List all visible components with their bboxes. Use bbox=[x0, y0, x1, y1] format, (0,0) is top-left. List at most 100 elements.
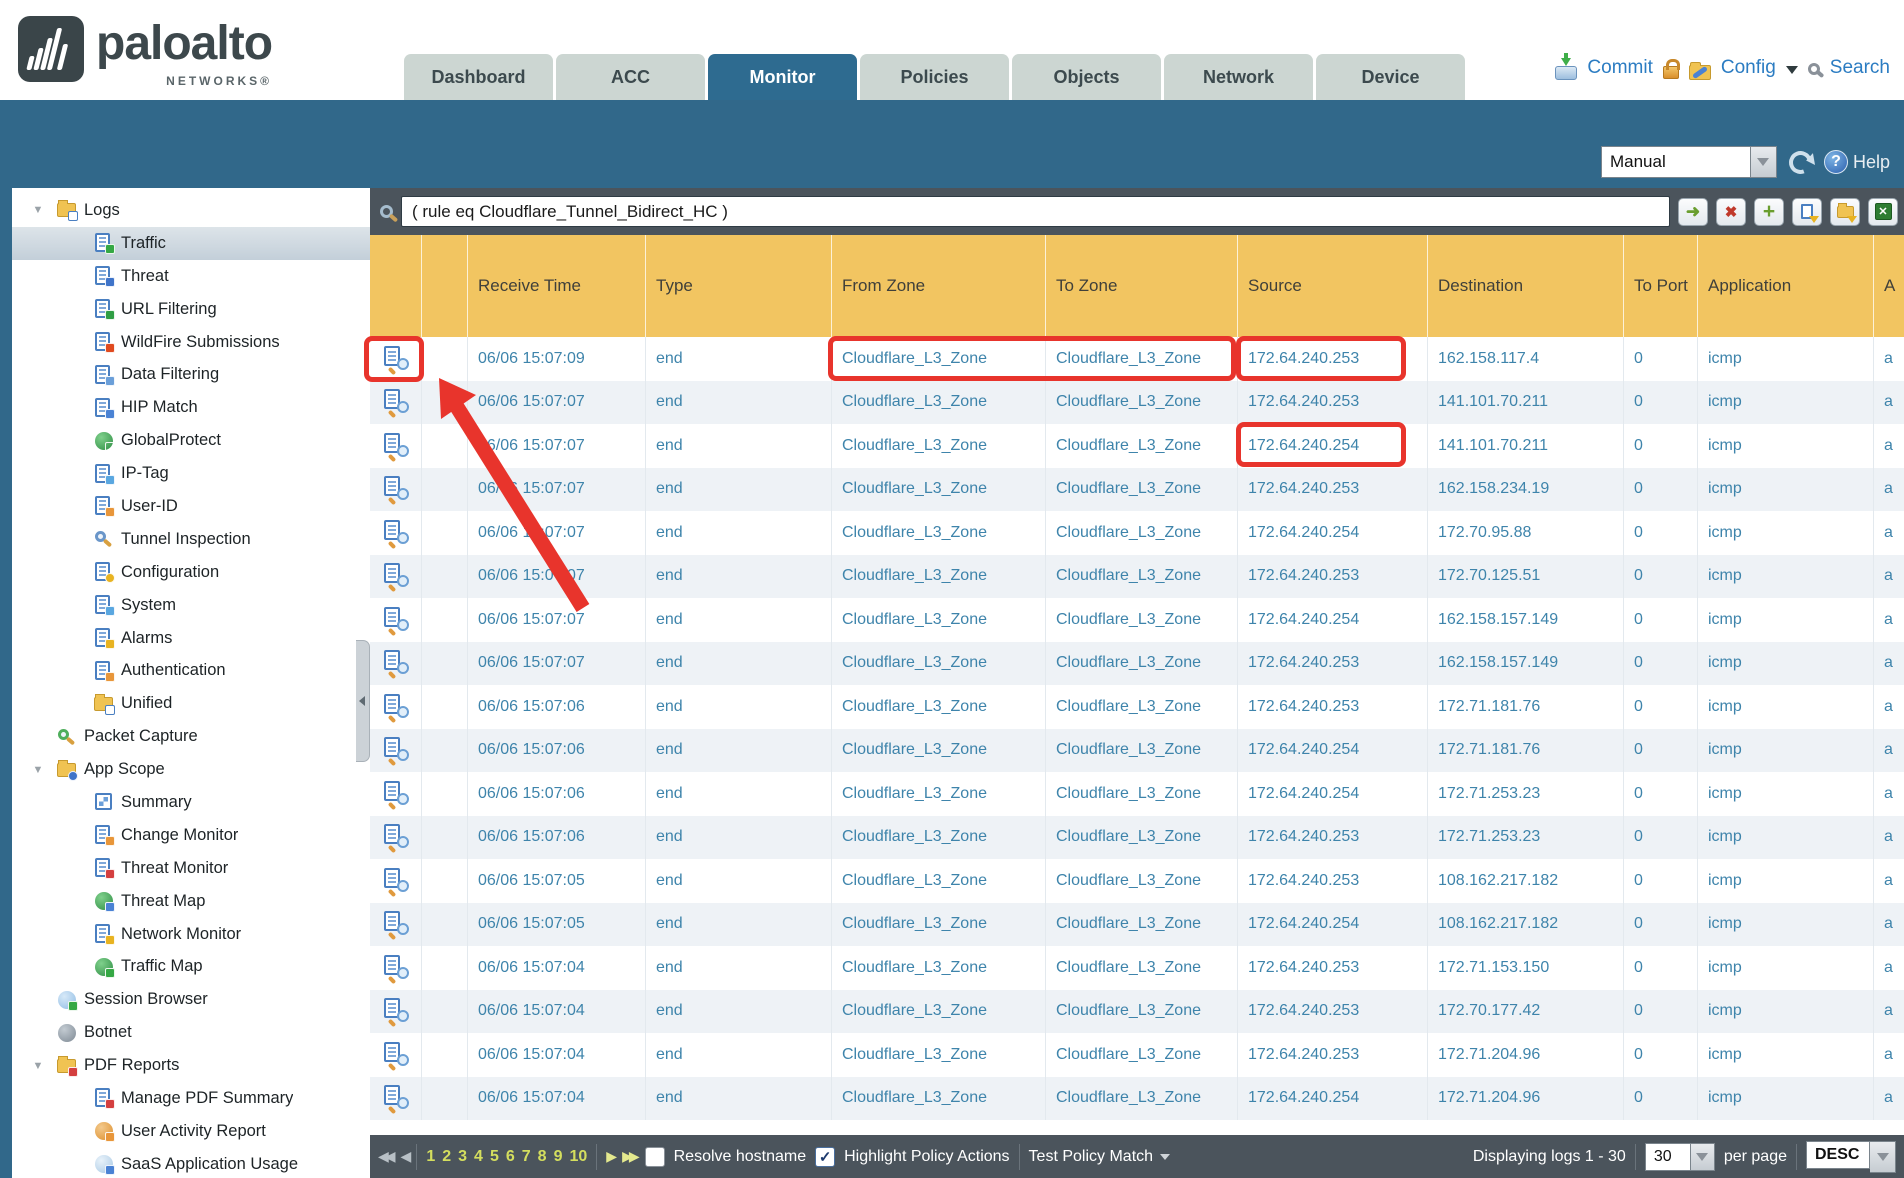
sidebar-item[interactable]: ▼ Authentication bbox=[12, 654, 370, 687]
log-row[interactable]: 06/06 15:07:04 end Cloudflare_L3_Zone Cl… bbox=[370, 990, 1904, 1034]
sidebar-item[interactable]: ▼ Traffic bbox=[12, 227, 370, 260]
sidebar-item[interactable]: ▼ Threat bbox=[12, 260, 370, 293]
sidebar-item[interactable]: ▼ Logs bbox=[12, 194, 370, 227]
destination-cell[interactable]: 108.162.217.182 bbox=[1428, 859, 1624, 903]
page-number[interactable]: 8 bbox=[538, 1148, 547, 1166]
nav-tab[interactable]: Objects bbox=[1012, 54, 1161, 100]
log-row[interactable]: 06/06 15:07:07 end Cloudflare_L3_Zone Cl… bbox=[370, 555, 1904, 599]
destination-cell[interactable]: 172.71.204.96 bbox=[1428, 1077, 1624, 1121]
load-filter-button[interactable] bbox=[1830, 198, 1860, 226]
log-detail-icon[interactable] bbox=[383, 780, 409, 808]
sidebar-item[interactable]: ▼ Packet Capture bbox=[12, 720, 370, 753]
source-cell[interactable]: 172.64.240.253 bbox=[1238, 1033, 1428, 1077]
expand-arrow-icon[interactable]: ▼ bbox=[26, 204, 50, 216]
log-row[interactable]: 06/06 15:07:07 end Cloudflare_L3_Zone Cl… bbox=[370, 424, 1904, 468]
page-number[interactable]: 2 bbox=[442, 1148, 451, 1166]
to-zone-cell[interactable]: Cloudflare_L3_Zone bbox=[1046, 729, 1238, 773]
config-button[interactable]: Config bbox=[1721, 57, 1776, 79]
column-header-to-zone[interactable]: To Zone bbox=[1046, 235, 1238, 337]
sidebar-item[interactable]: ▼ WildFire Submissions bbox=[12, 326, 370, 359]
sidebar-item[interactable]: ▼ IP-Tag bbox=[12, 457, 370, 490]
column-header-action[interactable]: A bbox=[1874, 235, 1904, 337]
source-cell[interactable]: 172.64.240.253 bbox=[1238, 381, 1428, 425]
sidebar-item[interactable]: ▼ HIP Match bbox=[12, 391, 370, 424]
per-page-select[interactable]: 30 bbox=[1645, 1143, 1715, 1171]
sidebar-collapse-handle[interactable] bbox=[356, 640, 370, 762]
log-row[interactable]: 06/06 15:07:07 end Cloudflare_L3_Zone Cl… bbox=[370, 642, 1904, 686]
destination-cell[interactable]: 172.71.181.76 bbox=[1428, 685, 1624, 729]
sidebar-item[interactable]: ▼ SaaS Application Usage bbox=[12, 1148, 370, 1178]
log-row[interactable]: 06/06 15:07:04 end Cloudflare_L3_Zone Cl… bbox=[370, 946, 1904, 990]
to-zone-cell[interactable]: Cloudflare_L3_Zone bbox=[1046, 1077, 1238, 1121]
from-zone-cell[interactable]: Cloudflare_L3_Zone bbox=[832, 859, 1046, 903]
sidebar-item[interactable]: ▼ Botnet bbox=[12, 1016, 370, 1049]
expand-arrow-icon[interactable]: ▼ bbox=[26, 764, 50, 776]
source-cell[interactable]: 172.64.240.253 bbox=[1238, 946, 1428, 990]
from-zone-cell[interactable]: Cloudflare_L3_Zone bbox=[832, 1077, 1046, 1121]
destination-cell[interactable]: 162.158.157.149 bbox=[1428, 642, 1624, 686]
sidebar-item[interactable]: ▼ Tunnel Inspection bbox=[12, 523, 370, 556]
refresh-mode-dropdown-button[interactable] bbox=[1751, 146, 1777, 178]
application-cell[interactable]: icmp bbox=[1698, 511, 1874, 555]
sidebar-item[interactable]: ▼ Manage PDF Summary bbox=[12, 1082, 370, 1115]
from-zone-cell[interactable]: Cloudflare_L3_Zone bbox=[832, 946, 1046, 990]
from-zone-cell[interactable]: Cloudflare_L3_Zone bbox=[832, 903, 1046, 947]
refresh-mode-select[interactable]: Manual bbox=[1601, 146, 1777, 178]
to-zone-cell[interactable]: Cloudflare_L3_Zone bbox=[1046, 685, 1238, 729]
from-zone-cell[interactable]: Cloudflare_L3_Zone bbox=[832, 642, 1046, 686]
page-number[interactable]: 1 bbox=[426, 1148, 435, 1166]
log-detail-icon[interactable] bbox=[383, 693, 409, 721]
log-row[interactable]: 06/06 15:07:09 end Cloudflare_L3_Zone Cl… bbox=[370, 337, 1904, 381]
to-zone-cell[interactable]: Cloudflare_L3_Zone bbox=[1046, 424, 1238, 468]
column-header-application[interactable]: Application bbox=[1698, 235, 1874, 337]
log-detail-icon[interactable] bbox=[383, 1084, 409, 1112]
column-header-receive-time[interactable]: Receive Time bbox=[468, 235, 646, 337]
log-row[interactable]: 06/06 15:07:06 end Cloudflare_L3_Zone Cl… bbox=[370, 729, 1904, 773]
refresh-icon[interactable] bbox=[1785, 147, 1816, 178]
column-header-from-zone[interactable]: From Zone bbox=[832, 235, 1046, 337]
page-number[interactable]: 5 bbox=[490, 1148, 499, 1166]
log-detail-icon[interactable] bbox=[383, 519, 409, 547]
to-zone-cell[interactable]: Cloudflare_L3_Zone bbox=[1046, 859, 1238, 903]
log-detail-icon[interactable] bbox=[383, 1041, 409, 1069]
to-zone-cell[interactable]: Cloudflare_L3_Zone bbox=[1046, 1033, 1238, 1077]
log-row[interactable]: 06/06 15:07:06 end Cloudflare_L3_Zone Cl… bbox=[370, 816, 1904, 860]
log-row[interactable]: 06/06 15:07:06 end Cloudflare_L3_Zone Cl… bbox=[370, 685, 1904, 729]
page-number[interactable]: 7 bbox=[522, 1148, 531, 1166]
from-zone-cell[interactable]: Cloudflare_L3_Zone bbox=[832, 685, 1046, 729]
application-cell[interactable]: icmp bbox=[1698, 772, 1874, 816]
sort-order-dropdown-button[interactable] bbox=[1870, 1141, 1896, 1173]
application-cell[interactable]: icmp bbox=[1698, 1033, 1874, 1077]
per-page-dropdown-button[interactable] bbox=[1691, 1143, 1715, 1171]
destination-cell[interactable]: 172.70.177.42 bbox=[1428, 990, 1624, 1034]
sidebar-item[interactable]: ▼ Threat Map bbox=[12, 885, 370, 918]
nav-tab[interactable]: Policies bbox=[860, 54, 1009, 100]
sidebar-item[interactable]: ▼ Alarms bbox=[12, 622, 370, 655]
to-zone-cell[interactable]: Cloudflare_L3_Zone bbox=[1046, 946, 1238, 990]
help-icon[interactable]: ? bbox=[1824, 150, 1848, 174]
sidebar-item[interactable]: ▼ User Activity Report bbox=[12, 1115, 370, 1148]
from-zone-cell[interactable]: Cloudflare_L3_Zone bbox=[832, 468, 1046, 512]
source-cell[interactable]: 172.64.240.254 bbox=[1238, 1077, 1428, 1121]
prev-page-button[interactable]: ◀ bbox=[401, 1148, 408, 1165]
to-zone-cell[interactable]: Cloudflare_L3_Zone bbox=[1046, 772, 1238, 816]
last-page-button[interactable]: ▶▶ bbox=[622, 1148, 636, 1165]
from-zone-cell[interactable]: Cloudflare_L3_Zone bbox=[832, 424, 1046, 468]
sidebar-item[interactable]: ▼ Change Monitor bbox=[12, 819, 370, 852]
to-zone-cell[interactable]: Cloudflare_L3_Zone bbox=[1046, 598, 1238, 642]
log-detail-icon[interactable] bbox=[383, 432, 409, 460]
log-filter-input[interactable] bbox=[401, 196, 1670, 227]
log-detail-icon[interactable] bbox=[383, 823, 409, 851]
sidebar-item[interactable]: ▼ Unified bbox=[12, 687, 370, 720]
nav-tab[interactable]: Device bbox=[1316, 54, 1465, 100]
log-row[interactable]: 06/06 15:07:07 end Cloudflare_L3_Zone Cl… bbox=[370, 511, 1904, 555]
first-page-button[interactable]: ◀◀ bbox=[378, 1148, 392, 1165]
application-cell[interactable]: icmp bbox=[1698, 1077, 1874, 1121]
destination-cell[interactable]: 172.71.181.76 bbox=[1428, 729, 1624, 773]
source-cell[interactable]: 172.64.240.254 bbox=[1238, 424, 1428, 468]
sidebar-item[interactable]: ▼ URL Filtering bbox=[12, 293, 370, 326]
from-zone-cell[interactable]: Cloudflare_L3_Zone bbox=[832, 337, 1046, 381]
column-header-to-port[interactable]: To Port bbox=[1624, 235, 1698, 337]
from-zone-cell[interactable]: Cloudflare_L3_Zone bbox=[832, 816, 1046, 860]
to-zone-cell[interactable]: Cloudflare_L3_Zone bbox=[1046, 816, 1238, 860]
